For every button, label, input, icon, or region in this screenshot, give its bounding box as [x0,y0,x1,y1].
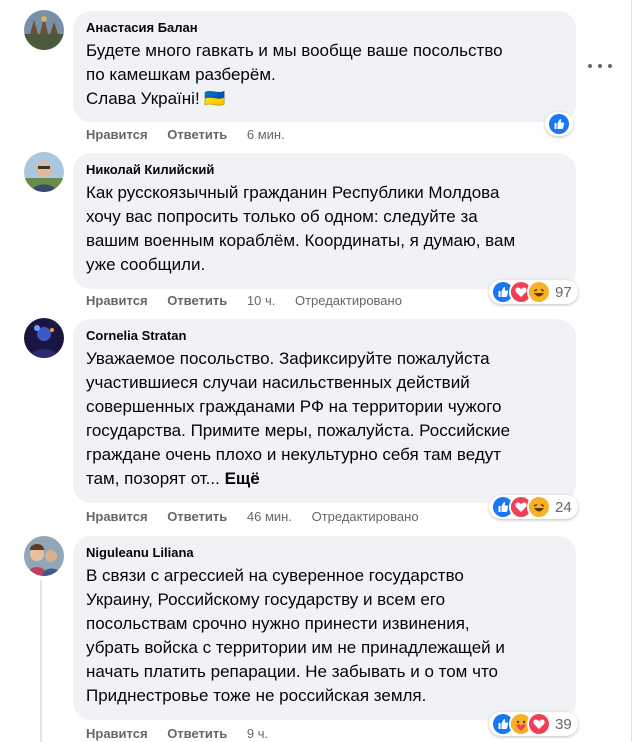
reply-link[interactable]: Ответить [167,293,227,309]
haha-reaction-icon [527,495,551,519]
comment-time[interactable]: 46 мин. [247,509,292,525]
like-link[interactable]: Нравится [86,509,148,525]
edited-label: Отредактировано [311,509,419,524]
comment-actions: Нравится Ответить 6 мин. [86,127,301,143]
comment-time[interactable]: 6 мин. [247,127,285,143]
reply-link[interactable]: Ответить [167,509,227,525]
comment-time[interactable]: 10 ч. [247,293,275,309]
comment-actions: Нравится Ответить 9 ч. [86,726,284,742]
reply-thread-line [40,580,42,742]
more-horizontal-icon[interactable] [588,60,612,72]
edited-label: Отредактировано [294,293,402,308]
comment-text: Как русскоязычный гражданин Республики М… [86,183,516,274]
reaction-summary[interactable]: 24 [489,495,578,519]
comment-actions: Нравится Ответить 10 ч. Отредактировано [86,293,418,309]
comment-time[interactable]: 9 ч. [247,726,268,742]
reaction-summary[interactable]: 97 [489,280,578,304]
comment-author[interactable]: Niguleanu Liliana [86,545,564,561]
comment-text: В связи с агрессией на суверенное госуда… [86,566,505,705]
like-link[interactable]: Нравится [86,293,148,309]
comment-text: Будете много гавкать и мы вообще ваше по… [86,41,503,108]
like-reaction-icon [547,112,571,136]
reaction-count: 39 [555,715,572,733]
comment-author[interactable]: Cornelia Stratan [86,328,564,344]
comment-bubble: Анастасия Балан Будете много гавкать и м… [73,11,576,122]
comment-author[interactable]: Анастасия Балан [86,20,564,36]
avatar[interactable] [24,536,64,576]
reaction-summary[interactable] [545,112,573,136]
reply-link[interactable]: Ответить [167,726,227,742]
like-link[interactable]: Нравится [86,726,148,742]
comment-actions: Нравится Ответить 46 мин. Отредактирован… [86,509,435,525]
reaction-count: 97 [555,283,572,301]
comment-bubble: Николай Килийский Как русскоязычный граж… [73,153,576,289]
reaction-count: 24 [555,498,572,516]
reaction-summary[interactable]: 39 [489,712,578,736]
comment-bubble: Cornelia Stratan Уважаемое посольство. З… [73,319,576,503]
love-reaction-icon [527,712,551,736]
see-more-link[interactable]: Ещё [225,469,260,488]
avatar[interactable] [24,152,64,192]
avatar[interactable] [24,10,64,50]
reply-link[interactable]: Ответить [167,127,227,143]
comment-author[interactable]: Николай Килийский [86,162,564,178]
comment-text: Уважаемое посольство. Зафиксируйте пожал… [86,347,564,491]
comment-bubble: Niguleanu Liliana В связи с агрессией на… [73,536,576,720]
comment-text-body: Уважаемое посольство. Зафиксируйте пожал… [86,349,511,488]
haha-reaction-icon [527,280,551,304]
like-link[interactable]: Нравится [86,127,148,143]
avatar[interactable] [24,318,64,358]
